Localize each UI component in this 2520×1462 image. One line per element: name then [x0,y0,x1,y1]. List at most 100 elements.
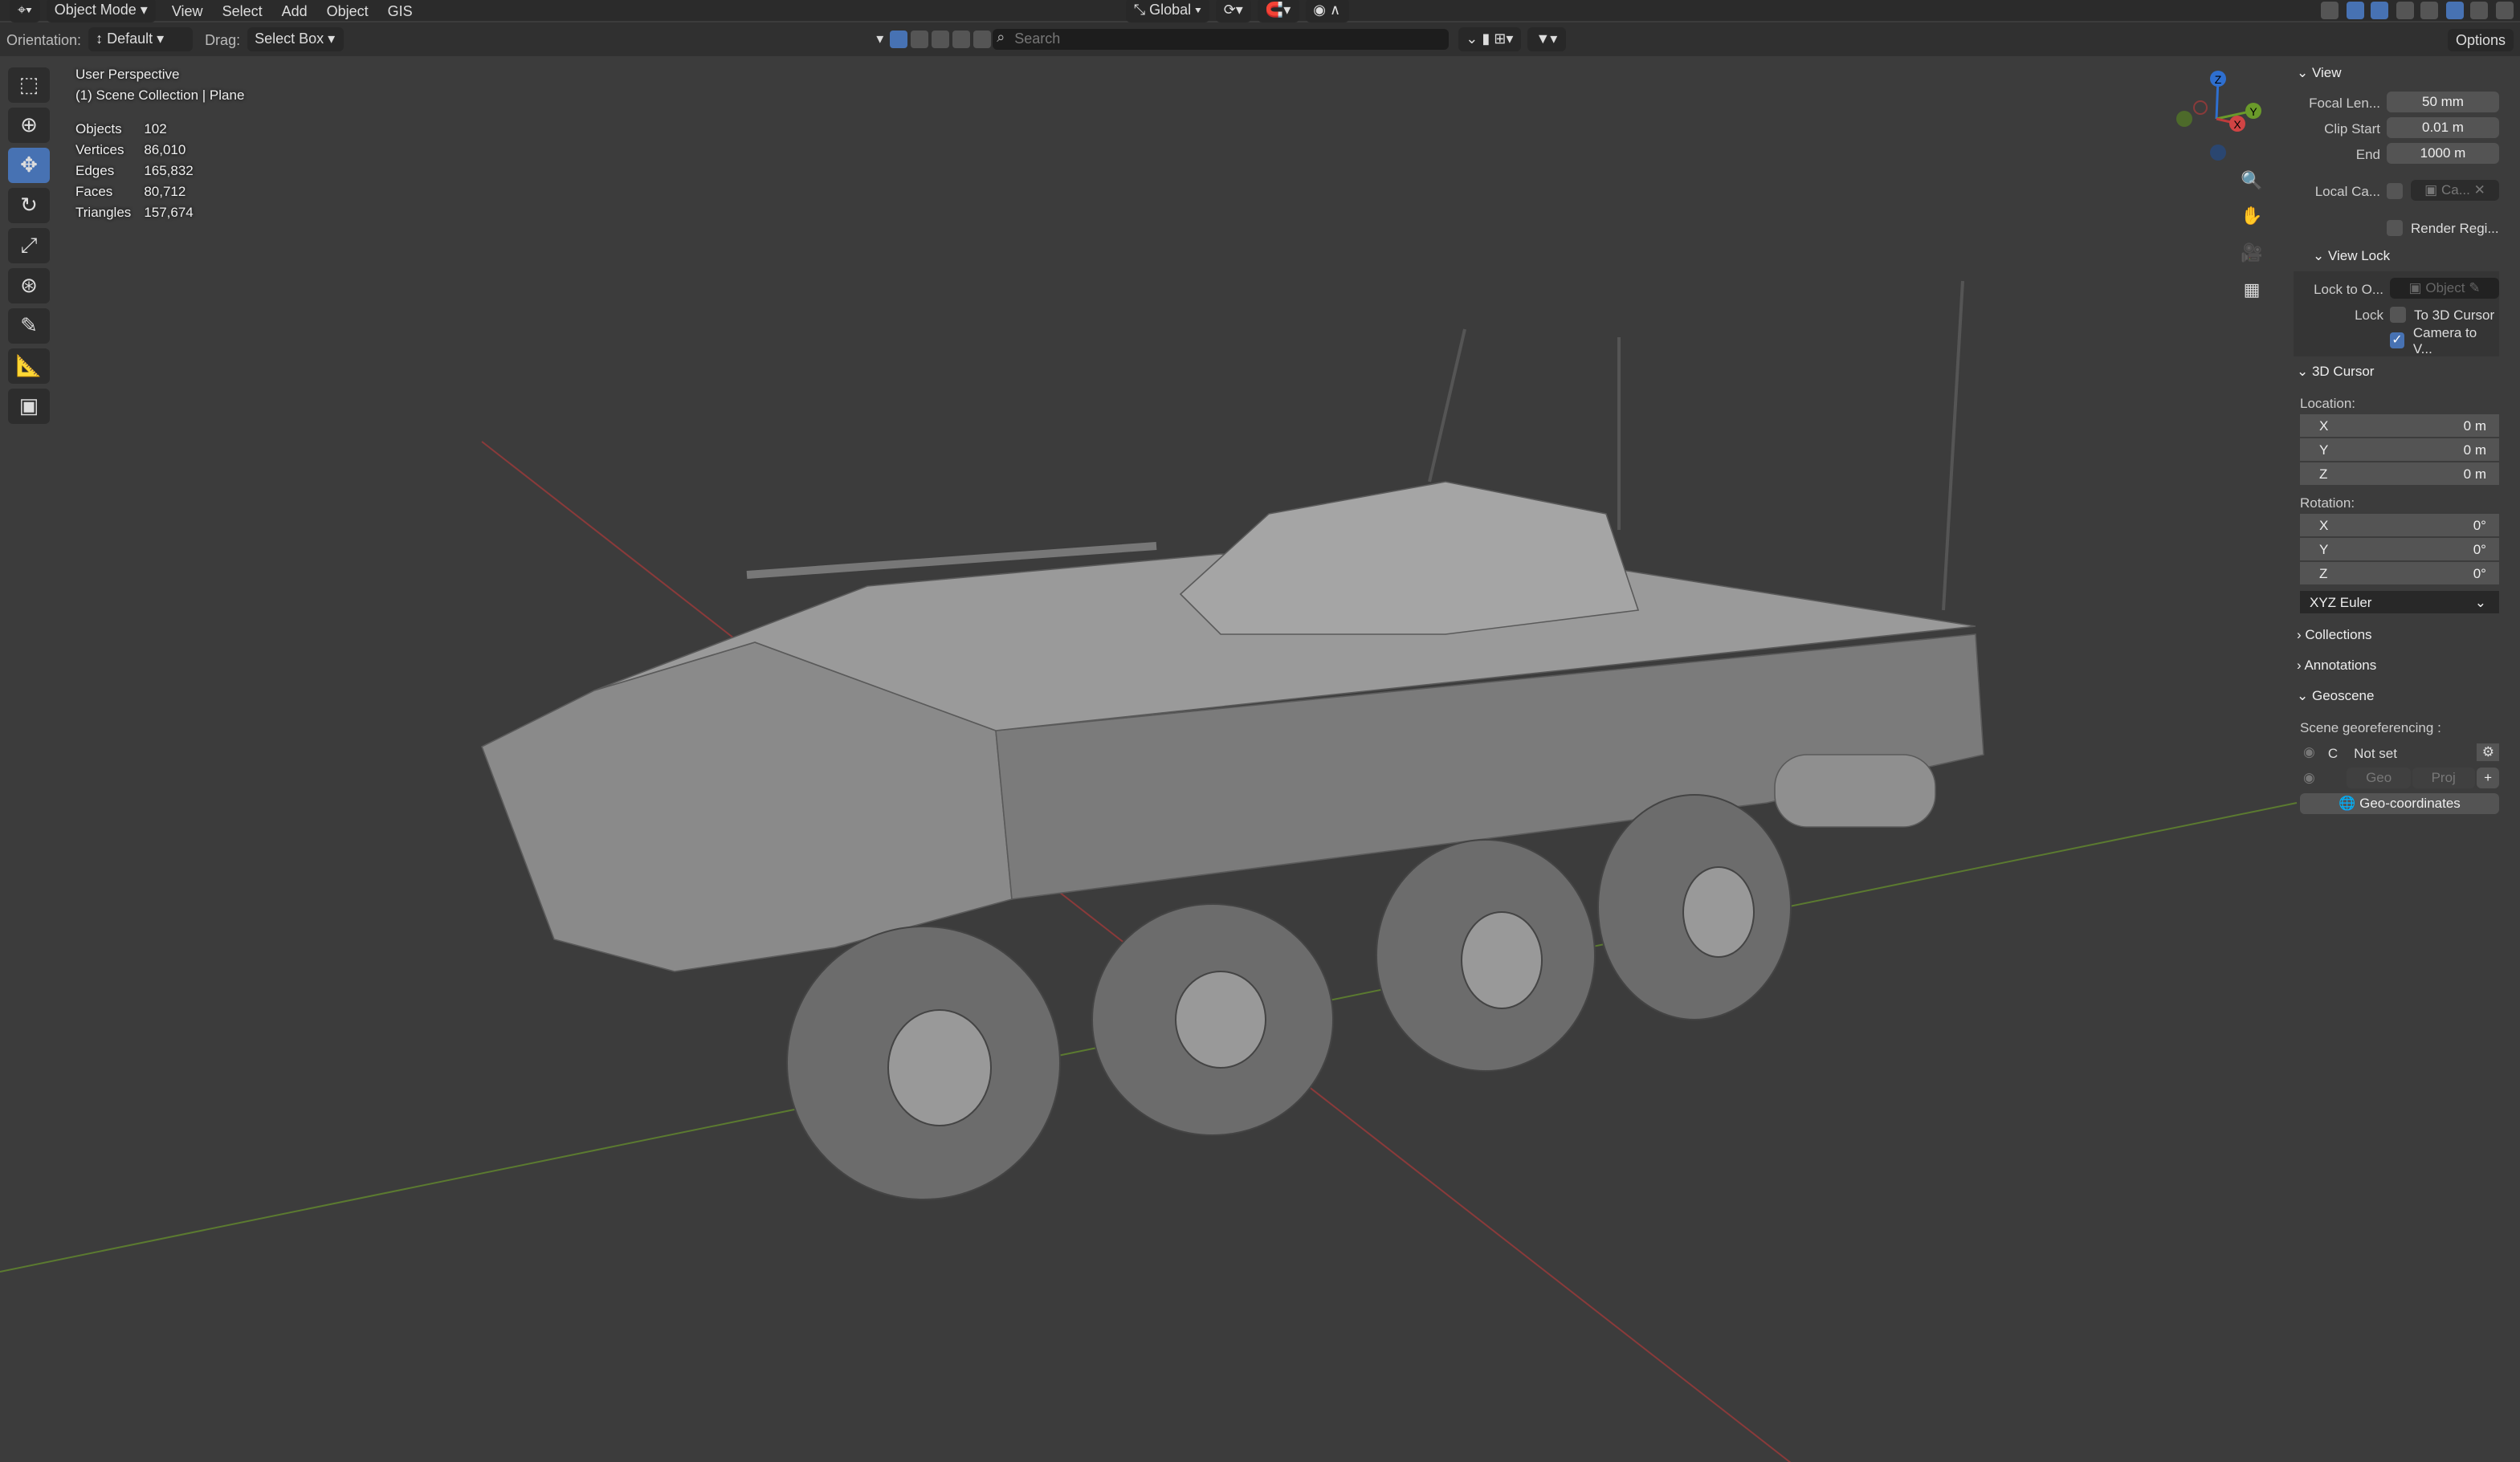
georef-label: Scene georeferencing : [2300,719,2441,735]
annotate-tool[interactable]: ✎ [8,308,50,344]
pivot-dropdown[interactable]: ⟳▾ [1215,0,1251,22]
view-lock-title: View Lock [2327,247,2391,263]
filter-sphere-icon[interactable] [910,31,928,49]
orientation-value: Default [107,31,153,47]
cursor-tool[interactable]: ⊕ [8,108,50,143]
bookmark-button[interactable]: ⌄ ▮ ⊞▾ [1458,27,1522,51]
local-camera-label: Local Ca... [2314,182,2380,198]
pan-hand-icon[interactable]: ✋ [2237,202,2266,231]
stat-value: 102 [144,120,167,136]
collections-panel-header[interactable]: › Collections [2290,620,2512,650]
mode-dropdown[interactable]: Object Mode ▾ [46,0,156,22]
navigation-gizmo[interactable]: Z Y X [2168,64,2265,164]
blender-window: ⌖▾ Object Mode ▾ View Select Add Object … [0,0,2520,1462]
geoscene-panel-header[interactable]: ⌄ Geoscene [2290,681,2512,711]
lock-to-cursor-checkbox[interactable] [2390,306,2406,322]
transform-tool[interactable]: ⊛ [8,268,50,303]
menu-select[interactable]: Select [213,2,272,18]
rotation-mode-value: XYZ Euler [2310,594,2372,610]
cursor-panel-header[interactable]: ⌄ 3D Cursor [2290,356,2512,387]
focal-length-label: Focal Len... [2309,94,2380,110]
cursor-location-x[interactable]: X 0 m [2300,414,2499,437]
shading-solid-icon[interactable] [2445,2,2464,20]
proj-button[interactable]: Proj [2412,768,2476,788]
zoom-icon[interactable]: 🔍 [2237,167,2266,196]
stat-label: Vertices [75,141,124,157]
geo-button[interactable]: Geo [2347,768,2411,788]
shading-rendered-icon[interactable] [2496,2,2514,20]
clip-start-label: Clip Start [2324,120,2380,136]
orientation-dropdown[interactable]: ↕ Default ▾ [88,27,193,51]
view-lock-header[interactable]: ⌄ View Lock [2290,241,2512,271]
filter-light-icon[interactable] [931,31,949,49]
rotate-tool[interactable]: ↻ [8,188,50,223]
camera-to-view-checkbox[interactable]: ✓ [2389,332,2405,348]
perspective-grid-icon[interactable]: ▦ [2237,276,2266,305]
lock-to-object-field[interactable]: ▣ Object ✎ [2390,278,2499,299]
stat-value: 86,010 [144,141,186,157]
gizmo-x-label: X [2233,118,2241,131]
gizmo-toggle-icon[interactable] [2346,2,2364,20]
add-icon[interactable]: + [2477,768,2500,788]
transform-orientation-dropdown[interactable]: ⤡ Global ▾ [1125,0,1209,22]
annotations-title: Annotations [2304,657,2377,673]
header-bar: ⌖▾ Object Mode ▾ View Select Add Object … [0,0,2520,22]
rotation-label: Rotation: [2300,495,2355,511]
add-cube-tool[interactable]: ▣ [8,389,50,424]
radio-icon[interactable]: ◉ [2303,743,2315,761]
view-panel-header[interactable]: ⌄ View [2290,58,2512,88]
axis-value: 0° [2473,565,2486,581]
lock-to-object-value: Object [2425,279,2465,295]
search-input[interactable]: Search [992,27,1449,50]
proportional-edit-toggle[interactable]: ◉ ∧ [1305,0,1349,22]
scale-tool[interactable]: ⤢ [8,228,50,263]
menu-view[interactable]: View [162,2,213,18]
cursor-rotation-z[interactable]: Z 0° [2300,562,2499,584]
menu-gis[interactable]: GIS [378,2,422,18]
select-box-tool[interactable]: ⬚ [8,67,50,103]
orientation-label: Orientation: [6,31,82,47]
filter-funnel-button[interactable]: ▼▾ [1527,27,1566,51]
annotations-panel-header[interactable]: › Annotations [2290,650,2512,681]
cursor-location-z[interactable]: Z 0 m [2300,462,2499,485]
xray-icon[interactable] [2396,2,2414,20]
shading-wireframe-icon[interactable] [2420,2,2439,20]
axis-value: 0 m [2463,466,2486,482]
toolbar: ⬚ ⊕ ✥ ↻ ⤢ ⊛ ✎ 📐 ▣ [8,67,53,429]
stat-label: Objects [75,120,122,136]
cursor-panel-title: 3D Cursor [2311,363,2375,379]
camera-view-icon[interactable]: 🎥 [2237,239,2266,268]
focal-length-field[interactable]: 50 mm [2387,92,2499,112]
gizmo-y-label: Y [2249,105,2257,118]
menu-add[interactable]: Add [272,2,317,18]
clip-start-field[interactable]: 0.01 m [2387,117,2499,138]
drag-dropdown[interactable]: Select Box ▾ [247,27,344,51]
visibility-icon[interactable] [2321,2,2339,20]
camera-to-view-label: Camera to V... [2412,324,2477,356]
menu-object[interactable]: Object [317,2,378,18]
filter-camera-icon[interactable] [952,31,970,49]
gear-icon[interactable]: ⚙ [2477,743,2499,761]
collections-title: Collections [2305,626,2372,642]
overlay-toggle-icon[interactable] [2371,2,2389,20]
cursor-rotation-x[interactable]: X 0° [2300,514,2499,536]
editor-type-button[interactable]: ⌖▾ [10,0,40,22]
shading-material-icon[interactable] [2470,2,2489,20]
tool-settings-bar: Orientation: ↕ Default ▾ Drag: Select Bo… [0,22,2520,56]
snap-toggle[interactable]: 🧲▾ [1257,0,1299,22]
clip-end-field[interactable]: 1000 m [2387,143,2499,164]
filter-mesh-icon[interactable] [889,31,907,49]
options-button[interactable]: Options [2447,28,2514,51]
cursor-rotation-y[interactable]: Y 0° [2300,538,2499,560]
measure-tool[interactable]: 📐 [8,348,50,384]
local-camera-field[interactable]: ▣ Ca... ✕ [2411,180,2499,201]
geoscene-title: Geoscene [2311,687,2375,703]
radio-icon[interactable]: ◉ [2303,769,2315,787]
filter-other-icon[interactable] [973,31,991,49]
local-camera-checkbox[interactable] [2387,182,2403,198]
geo-coordinates-button[interactable]: 🌐 Geo-coordinates [2300,793,2499,814]
move-tool[interactable]: ✥ [8,148,50,183]
cursor-location-y[interactable]: Y 0 m [2300,438,2499,461]
rotation-mode-dropdown[interactable]: XYZ Euler ⌄ [2300,591,2499,613]
render-region-checkbox[interactable] [2387,219,2403,235]
